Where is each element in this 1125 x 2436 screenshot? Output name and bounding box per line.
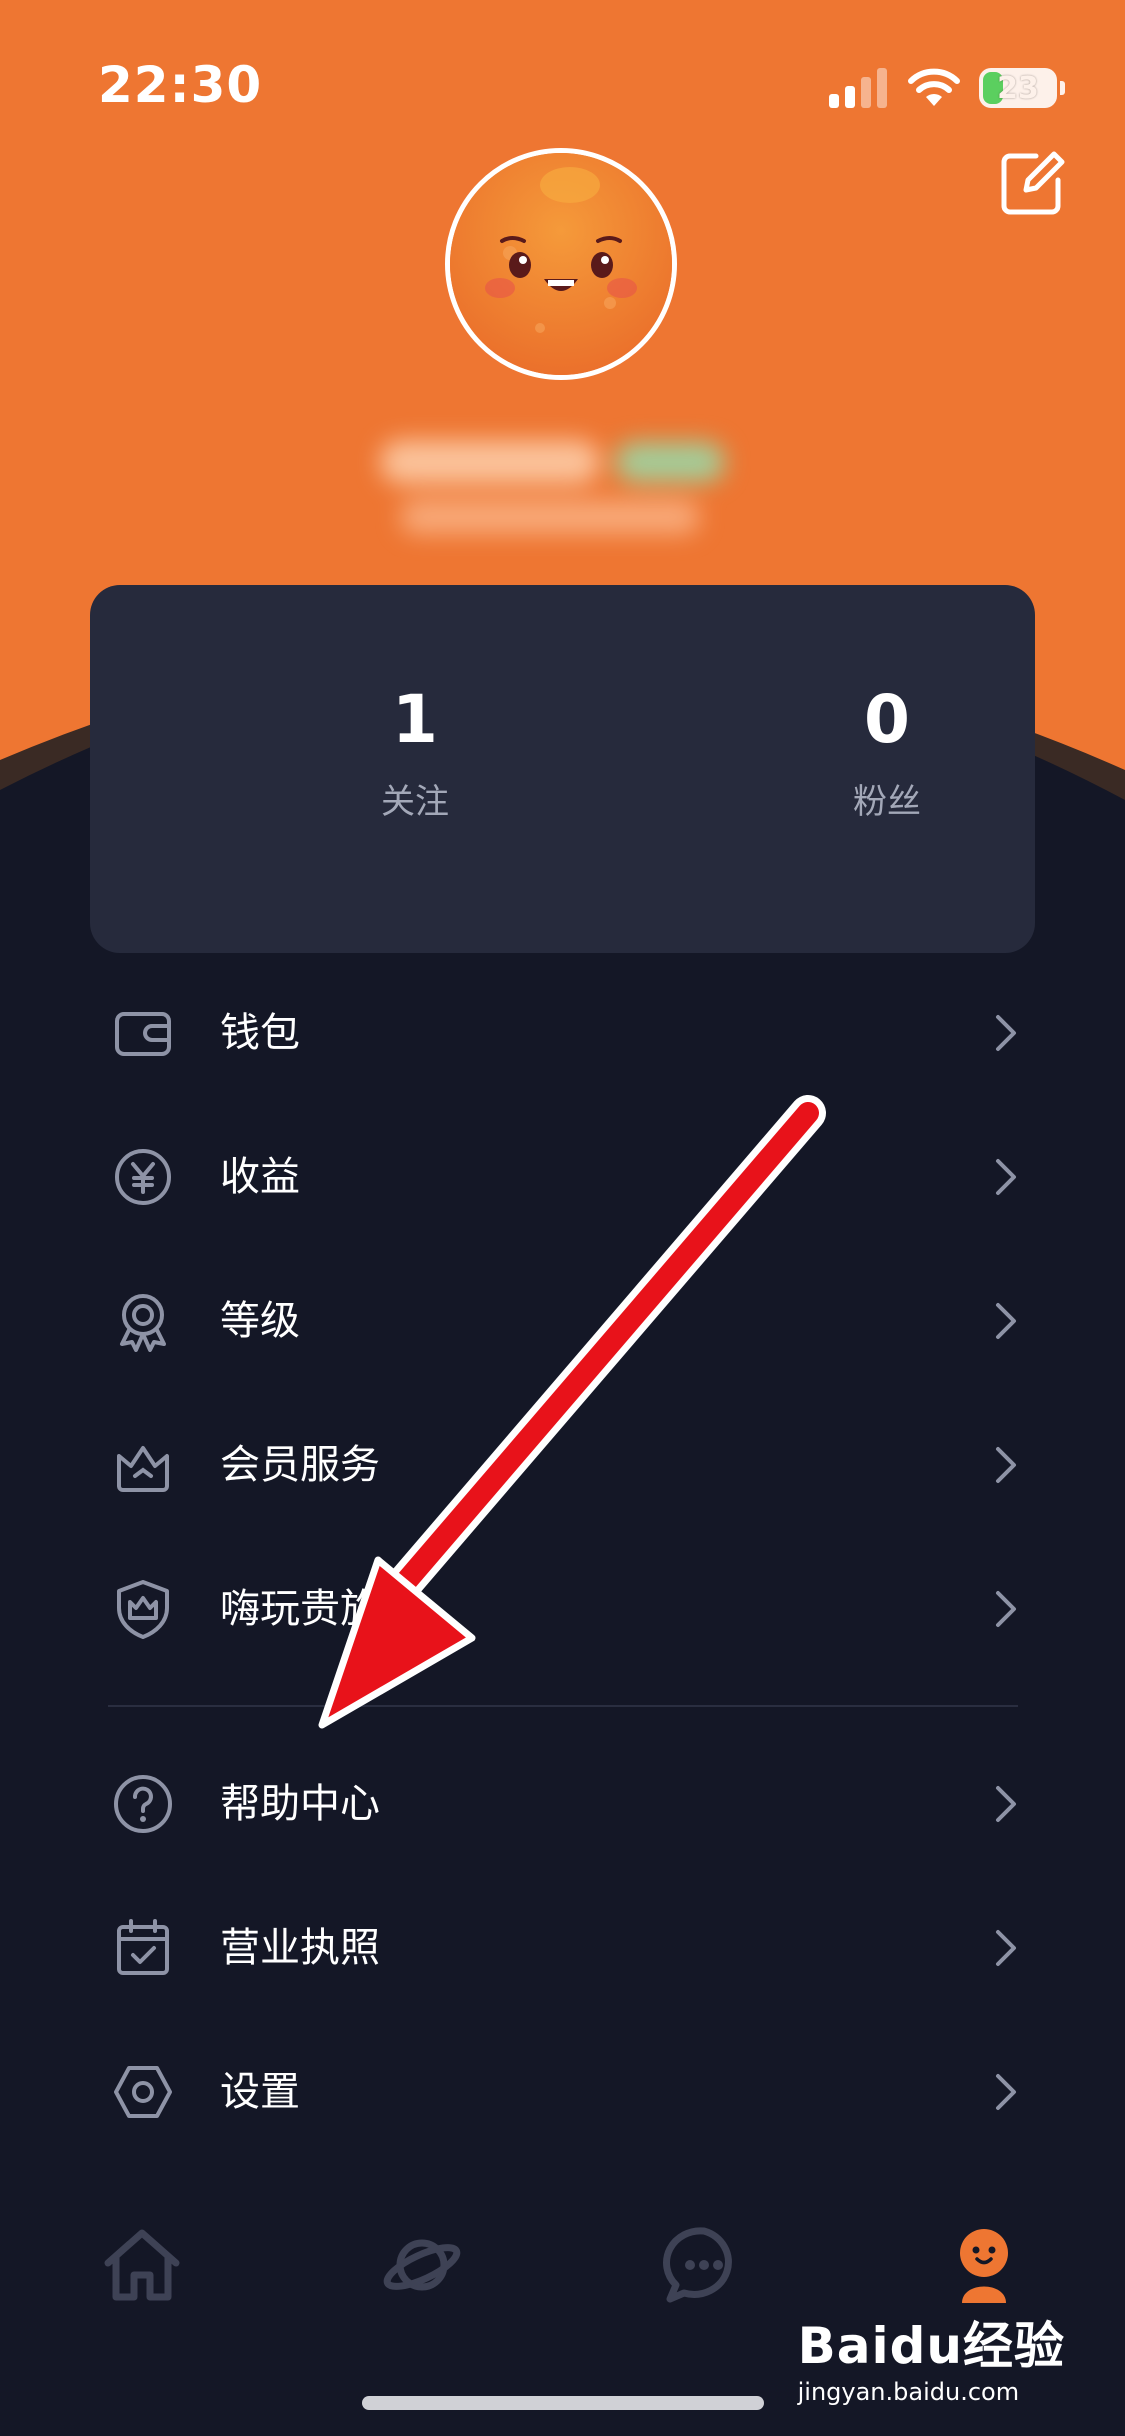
baidu-watermark: Baidu经验 jingyan.baidu.com (798, 2318, 1065, 2406)
watermark-url: jingyan.baidu.com (797, 2378, 1020, 2406)
watermark-brand: Baidu经验 (797, 2317, 1065, 2375)
home-indicator (362, 2396, 764, 2410)
annotation-arrow (318, 1095, 826, 1729)
